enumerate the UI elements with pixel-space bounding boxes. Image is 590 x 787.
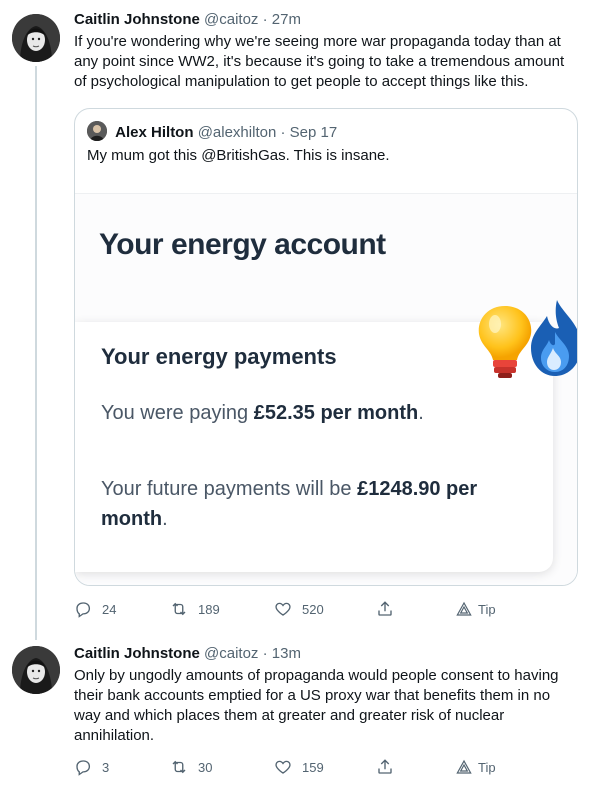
quoted-author-handle: @alexhilton: [197, 124, 277, 141]
retweet-count: 30: [198, 759, 213, 775]
tweet-header: Caitlin Johnstone @caitoz · 27m: [74, 10, 578, 30]
tip-button[interactable]: Tip: [456, 598, 496, 620]
retweet-button[interactable]: 30: [170, 756, 212, 778]
like-count: 520: [302, 601, 324, 617]
share-button[interactable]: [376, 756, 404, 778]
tweet-actions: 24 189 520 Tip: [74, 598, 544, 620]
reply-count: 24: [102, 601, 117, 617]
author-avatar[interactable]: [12, 14, 60, 62]
like-button[interactable]: 520: [274, 598, 324, 620]
tweet[interactable]: Caitlin Johnstone @caitoz · 27m If you'r…: [0, 0, 590, 640]
tweet[interactable]: Caitlin Johnstone @caitoz · 13m Only by …: [0, 640, 590, 787]
tweet-header: Caitlin Johnstone @caitoz · 13m: [74, 644, 578, 664]
separator-dot: ·: [276, 124, 290, 141]
retweet-icon: [172, 760, 186, 774]
author-name[interactable]: Caitlin Johnstone: [74, 11, 200, 28]
share-button[interactable]: [376, 598, 404, 620]
gas-flame-icon: [531, 300, 577, 376]
tip-icon: [456, 601, 472, 616]
share-icon: [378, 601, 392, 616]
tip-icon: [456, 759, 472, 774]
reply-icon: [76, 602, 91, 618]
previous-payment-line: You were paying £52.35 per month.: [101, 398, 521, 428]
author-handle[interactable]: @caitoz: [204, 645, 258, 662]
tweet-content: Caitlin Johnstone @caitoz · 27m If you'r…: [74, 10, 578, 92]
share-icon: [378, 759, 392, 774]
heart-icon: [275, 760, 291, 774]
tweet-text: If you're wondering why we're seeing mor…: [74, 33, 565, 90]
quoted-author-name: Alex Hilton: [115, 124, 194, 141]
tweet-time[interactable]: 27m: [272, 11, 301, 28]
author-handle[interactable]: @caitoz: [204, 11, 258, 28]
retweet-button[interactable]: 189: [170, 598, 220, 620]
tip-label: Tip: [478, 601, 496, 617]
heart-icon: [275, 602, 291, 616]
separator-dot: ·: [258, 645, 272, 662]
like-button[interactable]: 159: [274, 756, 324, 778]
retweet-icon: [172, 602, 186, 616]
reply-button[interactable]: 24: [74, 598, 116, 620]
retweet-count: 189: [198, 601, 220, 617]
tweet-actions: 3 30 159 Tip: [74, 756, 544, 778]
like-count: 159: [302, 759, 324, 775]
quoted-tweet[interactable]: Alex Hilton @alexhilton · Sep 17 My mum …: [74, 108, 578, 586]
author-name[interactable]: Caitlin Johnstone: [74, 645, 200, 662]
quoted-tweet-date: Sep 17: [289, 124, 338, 141]
separator-dot: ·: [258, 11, 272, 28]
future-payment-label: Your future payments will be: [101, 478, 352, 500]
quoted-tweet-image[interactable]: Your energy account Your energy payments…: [75, 193, 577, 585]
period: .: [418, 402, 424, 424]
energy-account-title: Your energy account: [99, 228, 386, 261]
energy-payments-title: Your energy payments: [101, 344, 337, 369]
previous-payment-label: You were paying: [101, 402, 249, 424]
reply-icon: [76, 760, 91, 776]
tip-label: Tip: [478, 759, 496, 775]
reply-count: 3: [102, 759, 110, 775]
quoted-tweet-header: Alex Hilton @alexhilton · Sep 17: [87, 121, 337, 143]
tweet-time[interactable]: 13m: [272, 645, 301, 662]
thread-connector: [35, 66, 37, 640]
tweet-content: Caitlin Johnstone @caitoz · 13m Only by …: [74, 644, 578, 746]
previous-payment-amount: £52.35 per month: [253, 402, 419, 424]
reply-button[interactable]: 3: [74, 756, 109, 778]
period: .: [162, 508, 168, 530]
tip-button[interactable]: Tip: [456, 756, 496, 778]
future-payment-line: Your future payments will be £1248.90 pe…: [101, 474, 521, 534]
quoted-author-avatar: [87, 121, 107, 141]
tweet-text: Only by ungodly amounts of propaganda wo…: [74, 667, 559, 744]
author-avatar[interactable]: [12, 646, 60, 694]
quoted-tweet-text: My mum got this @BritishGas. This is ins…: [87, 147, 390, 164]
